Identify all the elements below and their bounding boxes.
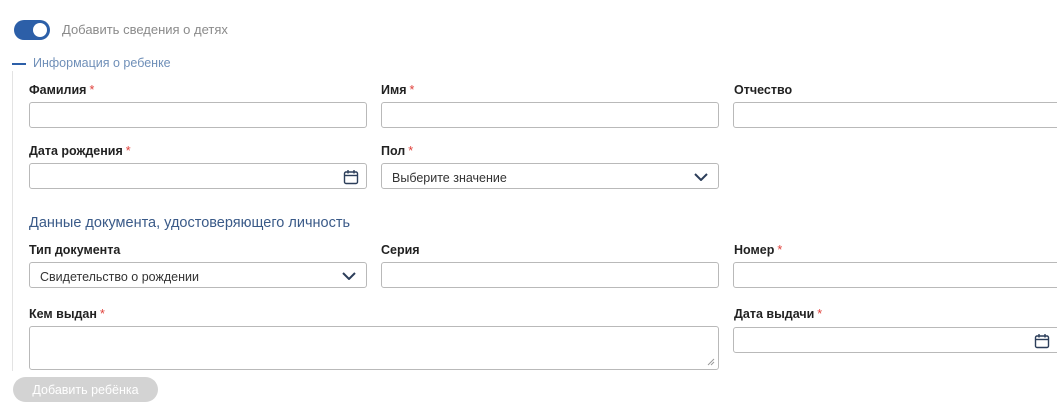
series-label: Серия — [381, 243, 420, 257]
calendar-icon[interactable] — [343, 169, 359, 185]
resize-handle-icon[interactable] — [707, 358, 715, 366]
document-type-value: Свидетельство о рождении — [40, 270, 199, 284]
issued-by-label: Кем выдан * — [29, 307, 105, 321]
gender-label: Пол * — [381, 144, 414, 158]
document-section-title: Данные документа, удостоверяющего личнос… — [29, 215, 351, 231]
section-border — [12, 71, 13, 371]
series-input[interactable] — [381, 262, 719, 288]
children-info-toggle[interactable] — [14, 20, 50, 40]
chevron-down-icon — [694, 173, 708, 181]
last-name-input[interactable] — [29, 102, 367, 128]
toggle-label: Добавить сведения о детях — [62, 22, 228, 37]
patronymic-input[interactable] — [733, 102, 1057, 128]
number-input[interactable] — [733, 262, 1057, 288]
issued-by-textarea[interactable] — [29, 326, 719, 370]
calendar-icon[interactable] — [1034, 333, 1050, 349]
document-type-select[interactable]: Свидетельство о рождении — [29, 262, 367, 288]
last-name-label: Фамилия * — [29, 83, 95, 97]
chevron-down-icon — [342, 272, 356, 280]
first-name-label: Имя * — [381, 83, 415, 97]
number-label: Номер * — [734, 243, 783, 257]
add-child-button[interactable]: Добавить ребёнка — [13, 377, 158, 402]
collapse-icon[interactable] — [12, 63, 26, 65]
section-title[interactable]: Информация о ребенке — [33, 56, 171, 70]
patronymic-label: Отчество — [734, 83, 793, 97]
document-type-label: Тип документа — [29, 243, 121, 257]
gender-select[interactable]: Выберите значение — [381, 163, 719, 189]
birth-date-label: Дата рождения * — [29, 144, 131, 158]
gender-select-value: Выберите значение — [392, 171, 507, 185]
first-name-input[interactable] — [381, 102, 719, 128]
birth-date-input[interactable] — [29, 163, 367, 189]
toggle-knob — [33, 23, 47, 37]
issue-date-input[interactable] — [733, 327, 1057, 353]
issue-date-label: Дата выдачи * — [734, 307, 823, 321]
